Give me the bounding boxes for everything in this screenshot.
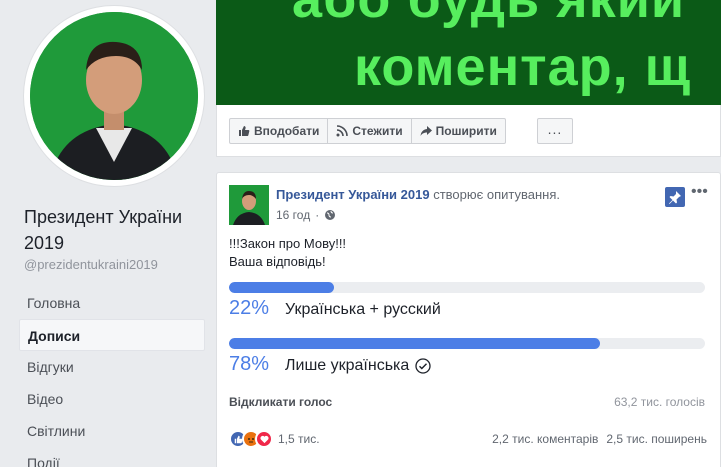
post-text-line-1: !!!Закон про Мову!!! <box>229 236 347 251</box>
more-options-button[interactable]: ... <box>537 118 573 144</box>
banner-text-line-2: коментар, щ <box>354 37 692 97</box>
rss-icon <box>336 125 349 137</box>
poll-bar-track <box>229 338 705 349</box>
post-header: Президент України 2019 створює опитуванн… <box>276 187 560 202</box>
nav-item-reviews[interactable]: Відгуки <box>19 351 205 383</box>
follow-button-label: Стежити <box>352 124 403 138</box>
poll-bar-fill <box>229 338 601 349</box>
share-button-label: Поширити <box>435 124 497 138</box>
poll-option-1[interactable]: 22% Українська + русский <box>229 282 705 320</box>
page-action-buttons: Вподобати Стежити Поширити <box>229 118 506 144</box>
post-text-line-2: Ваша відповідь! <box>229 254 326 269</box>
reaction-icons[interactable] <box>229 430 273 448</box>
like-button[interactable]: Вподобати <box>230 119 329 143</box>
nav-item-videos[interactable]: Відео <box>19 383 205 415</box>
page-username[interactable]: @prezidentukraini2019 <box>24 257 158 272</box>
page-action-bar: Вподобати Стежити Поширити ... <box>216 105 721 157</box>
post-body: !!!Закон про Мову!!! Ваша відповідь! <box>229 235 346 271</box>
banner-text-line-1: або будь який <box>292 0 721 30</box>
poll-option-label: Українська + русский <box>285 301 441 318</box>
globe-icon[interactable] <box>324 209 336 221</box>
share-button[interactable]: Поширити <box>412 119 505 143</box>
page-nav: Головна Дописи Відгуки Відео Світлини По… <box>19 287 205 467</box>
check-circle-icon <box>415 358 431 374</box>
post-stats: 1,5 тис. 2,2 тис. коментарів 2,5 тис. по… <box>229 429 707 449</box>
poll-footer: Відкликати голос 63,2 тис. голосів <box>229 395 705 409</box>
profile-picture-frame[interactable] <box>24 6 204 186</box>
post-author-avatar[interactable] <box>229 185 269 225</box>
follow-button[interactable]: Стежити <box>328 119 412 143</box>
share-arrow-icon <box>420 126 432 136</box>
post-timestamp-row: 16 год · <box>276 208 336 222</box>
thumbs-up-icon <box>239 126 250 136</box>
reaction-count[interactable]: 1,5 тис. <box>278 432 320 446</box>
poll-option-percent: 22% <box>229 297 270 319</box>
poll-option-2[interactable]: 78% Лише українська <box>229 338 705 376</box>
nav-item-events[interactable]: Події <box>19 447 205 467</box>
share-count[interactable]: 2,5 тис. поширень <box>606 432 707 446</box>
love-reaction-icon <box>255 430 273 448</box>
post-action-text: створює опитування. <box>429 187 561 202</box>
revoke-vote-button[interactable]: Відкликати голос <box>229 395 332 409</box>
separator-dot: · <box>315 208 320 222</box>
poll-option-label: Лише українська <box>285 357 410 374</box>
poll-option-percent: 78% <box>229 353 270 375</box>
poll-bar-fill <box>229 282 334 293</box>
post-options-button[interactable]: ••• <box>691 183 708 201</box>
post-author-link[interactable]: Президент України 2019 <box>276 187 430 202</box>
nav-item-posts[interactable]: Дописи <box>19 319 205 351</box>
profile-picture[interactable] <box>30 12 198 180</box>
cover-banner[interactable]: або будь який коментар, щ <box>216 0 721 105</box>
like-button-label: Вподобати <box>254 124 320 138</box>
nav-item-photos[interactable]: Світлини <box>19 415 205 447</box>
page-title[interactable]: Президент України 2019 <box>24 204 209 256</box>
pinned-post-icon[interactable] <box>665 187 685 207</box>
nav-item-home[interactable]: Головна <box>19 287 205 319</box>
vote-count[interactable]: 63,2 тис. голосів <box>614 395 705 409</box>
post-timestamp[interactable]: 16 год <box>276 208 310 222</box>
comment-count[interactable]: 2,2 тис. коментарів <box>492 432 598 446</box>
poll-bar-track <box>229 282 705 293</box>
poll-post: Президент України 2019 створює опитуванн… <box>216 172 721 467</box>
